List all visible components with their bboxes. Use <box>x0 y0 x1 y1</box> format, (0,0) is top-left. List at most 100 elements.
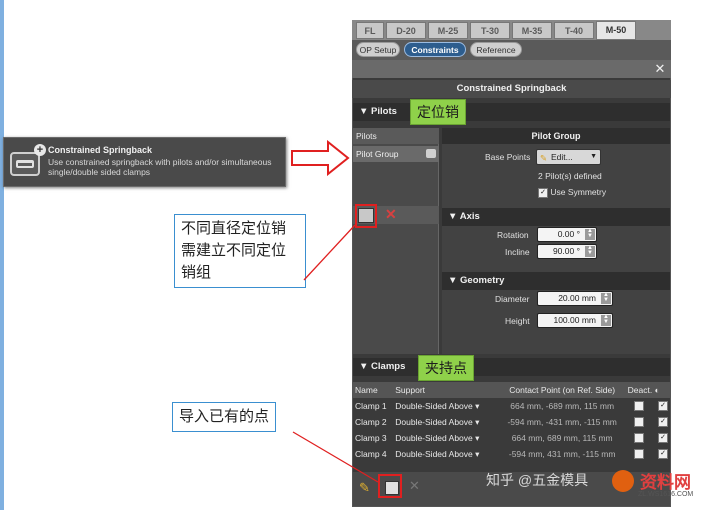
operation-tabs: FL D-20 M-25 T-30 M-35 T-40 M-50 <box>352 20 671 40</box>
deact-cells: ✓ <box>626 398 670 414</box>
clamp-name: Clamp 1 <box>355 401 387 411</box>
delete-icon[interactable]: ✕ <box>385 206 397 223</box>
tab-t-40[interactable]: T-40 <box>554 22 594 39</box>
springback-car-icon: + <box>10 144 46 176</box>
incline-input[interactable]: 90.00 ° ▲ ▼ <box>537 244 597 259</box>
tab-constraints[interactable]: Constraints <box>404 42 466 57</box>
visibility-icon[interactable] <box>426 149 436 158</box>
use-symmetry-label: Use Symmetry <box>550 187 607 197</box>
pilots-section-header[interactable]: ▼ Pilots <box>353 103 670 121</box>
incline-label: Incline <box>505 247 530 257</box>
tab-t-30[interactable]: T-30 <box>470 22 510 39</box>
list-item[interactable]: Pilot Group <box>353 146 439 162</box>
panel-title: Constrained Springback <box>352 80 671 98</box>
clamp-support-select[interactable]: Double-Sided Above ▾ <box>393 430 498 446</box>
pilot-group-callout: 不同直径定位销需建立不同定位销组 <box>174 214 306 288</box>
collapse-triangle-icon: ▼ <box>448 211 460 222</box>
tab-fl[interactable]: FL <box>356 22 384 39</box>
deact-checkbox[interactable] <box>633 449 644 460</box>
clamp-support-select[interactable]: Double-Sided Above ▾ <box>393 446 498 462</box>
active-checkbox[interactable]: ✓ <box>658 401 668 412</box>
spinner-icon[interactable]: ▲ ▼ <box>585 228 595 240</box>
close-bar: ✕ <box>352 60 671 78</box>
axis-section-header[interactable]: ▼ Axis <box>442 208 670 226</box>
deact-checkbox[interactable] <box>633 417 644 428</box>
geometry-section-header[interactable]: ▼ Geometry <box>442 272 670 290</box>
watermark-logo: 资料网 ZL.WS1616.COM <box>612 468 714 508</box>
support-value: Double-Sided Above <box>395 400 473 411</box>
spinner-icon[interactable]: ▲ ▼ <box>601 292 611 304</box>
logo-icon <box>612 470 634 492</box>
height-input[interactable]: 100.00 mm ▲ ▼ <box>537 313 613 328</box>
clamps-annotation: 夹持点 <box>418 355 474 381</box>
car-icon <box>16 160 34 168</box>
edit-base-points-button[interactable]: ✎ Edit... ▼ <box>536 149 601 165</box>
column-header-name: Name <box>355 385 378 395</box>
collapse-triangle-icon: ▼ <box>359 106 372 117</box>
clamps-header-label: Clamps <box>371 361 406 372</box>
logo-url: ZL.WS1616.COM <box>638 491 694 498</box>
height-value: 100.00 mm <box>553 315 596 325</box>
pilots-list-header: Pilots <box>353 128 439 144</box>
tab-d-20[interactable]: D-20 <box>386 22 426 39</box>
clamp-support-select[interactable]: Double-Sided Above ▾ <box>393 398 498 414</box>
pilots-annotation: 定位销 <box>410 99 466 125</box>
incline-value: 90.00 ° <box>552 246 580 256</box>
diameter-input[interactable]: 20.00 mm ▲ ▼ <box>537 291 613 306</box>
rotation-label: Rotation <box>497 230 529 240</box>
axis-header-label: Axis <box>459 211 480 222</box>
use-symmetry-row: ✓ Use Symmetry <box>538 187 606 198</box>
diameter-label: Diameter <box>495 294 530 304</box>
constrained-springback-tooltip[interactable]: + Constrained Springback Use constrained… <box>3 137 286 187</box>
deact-cells: ✓ <box>626 446 670 462</box>
deact-checkbox[interactable] <box>633 433 644 444</box>
deact-checkbox[interactable] <box>633 401 644 412</box>
callout-pointer-line <box>303 224 356 281</box>
use-symmetry-checkbox[interactable]: ✓ <box>538 187 548 198</box>
clamps-section-header[interactable]: ▼ Clamps <box>353 358 670 376</box>
rotation-value: 0.00 ° <box>557 229 580 239</box>
rotation-input[interactable]: 0.00 ° ▲ ▼ <box>537 227 597 242</box>
pilots-header-label: Pilots <box>371 106 397 117</box>
close-icon[interactable]: ✕ <box>651 61 669 77</box>
import-points-callout: 导入已有的点 <box>172 402 277 432</box>
chevron-down-icon: ▾ <box>475 448 480 459</box>
table-row[interactable]: Clamp 4 Double-Sided Above ▾ -594 mm, 43… <box>353 446 670 462</box>
tab-m-50[interactable]: M-50 <box>596 21 636 40</box>
tab-op-setup[interactable]: OP Setup <box>356 42 400 57</box>
tab-m-25[interactable]: M-25 <box>428 22 468 39</box>
spinner-icon[interactable]: ▲ ▼ <box>601 314 611 326</box>
tab-reference[interactable]: Reference <box>470 42 522 57</box>
import-pointer-line <box>292 431 379 483</box>
support-value: Double-Sided Above <box>395 432 473 443</box>
edit-label: Edit... <box>551 152 573 162</box>
info-icon: ◐ <box>654 385 660 395</box>
deact-cells: ✓ <box>626 414 670 430</box>
chevron-down-icon: ▾ <box>475 400 480 411</box>
clamp-contact-point: -594 mm, -431 mm, -115 mm <box>507 417 617 427</box>
clamp-support-select[interactable]: Double-Sided Above ▾ <box>393 414 498 430</box>
support-value: Double-Sided Above <box>395 416 473 427</box>
table-row[interactable]: Clamp 2 Double-Sided Above ▾ -594 mm, -4… <box>353 414 670 430</box>
chevron-down-icon: ▾ <box>475 416 480 427</box>
spinner-icon[interactable]: ▲ ▼ <box>585 245 595 257</box>
diameter-value: 20.00 mm <box>558 293 596 303</box>
active-checkbox[interactable]: ✓ <box>658 417 668 428</box>
pilot-group-item-label: Pilot Group <box>356 149 399 159</box>
pilots-defined-text: 2 Pilot(s) defined <box>538 171 602 181</box>
tab-m-35[interactable]: M-35 <box>512 22 552 39</box>
deact-cells: ✓ <box>626 430 670 446</box>
pilot-group-title: Pilot Group <box>442 128 670 144</box>
table-row[interactable]: Clamp 1 Double-Sided Above ▾ 664 mm, -68… <box>353 398 670 414</box>
left-border-line <box>0 0 4 510</box>
active-checkbox[interactable]: ✓ <box>658 433 668 444</box>
tooltip-title: Constrained Springback <box>48 145 153 155</box>
column-header-contact-point: Contact Point (on Ref. Side) <box>509 385 616 395</box>
geometry-header-label: Geometry <box>460 275 505 286</box>
clamp-contact-point: -594 mm, 431 mm, -115 mm <box>508 449 616 459</box>
active-checkbox[interactable]: ✓ <box>658 449 668 460</box>
collapse-triangle-icon: ▼ <box>448 275 461 286</box>
pencil-icon: ✎ <box>540 153 548 163</box>
delete-icon[interactable]: ✕ <box>409 478 420 494</box>
table-row[interactable]: Clamp 3 Double-Sided Above ▾ 664 mm, 689… <box>353 430 670 446</box>
